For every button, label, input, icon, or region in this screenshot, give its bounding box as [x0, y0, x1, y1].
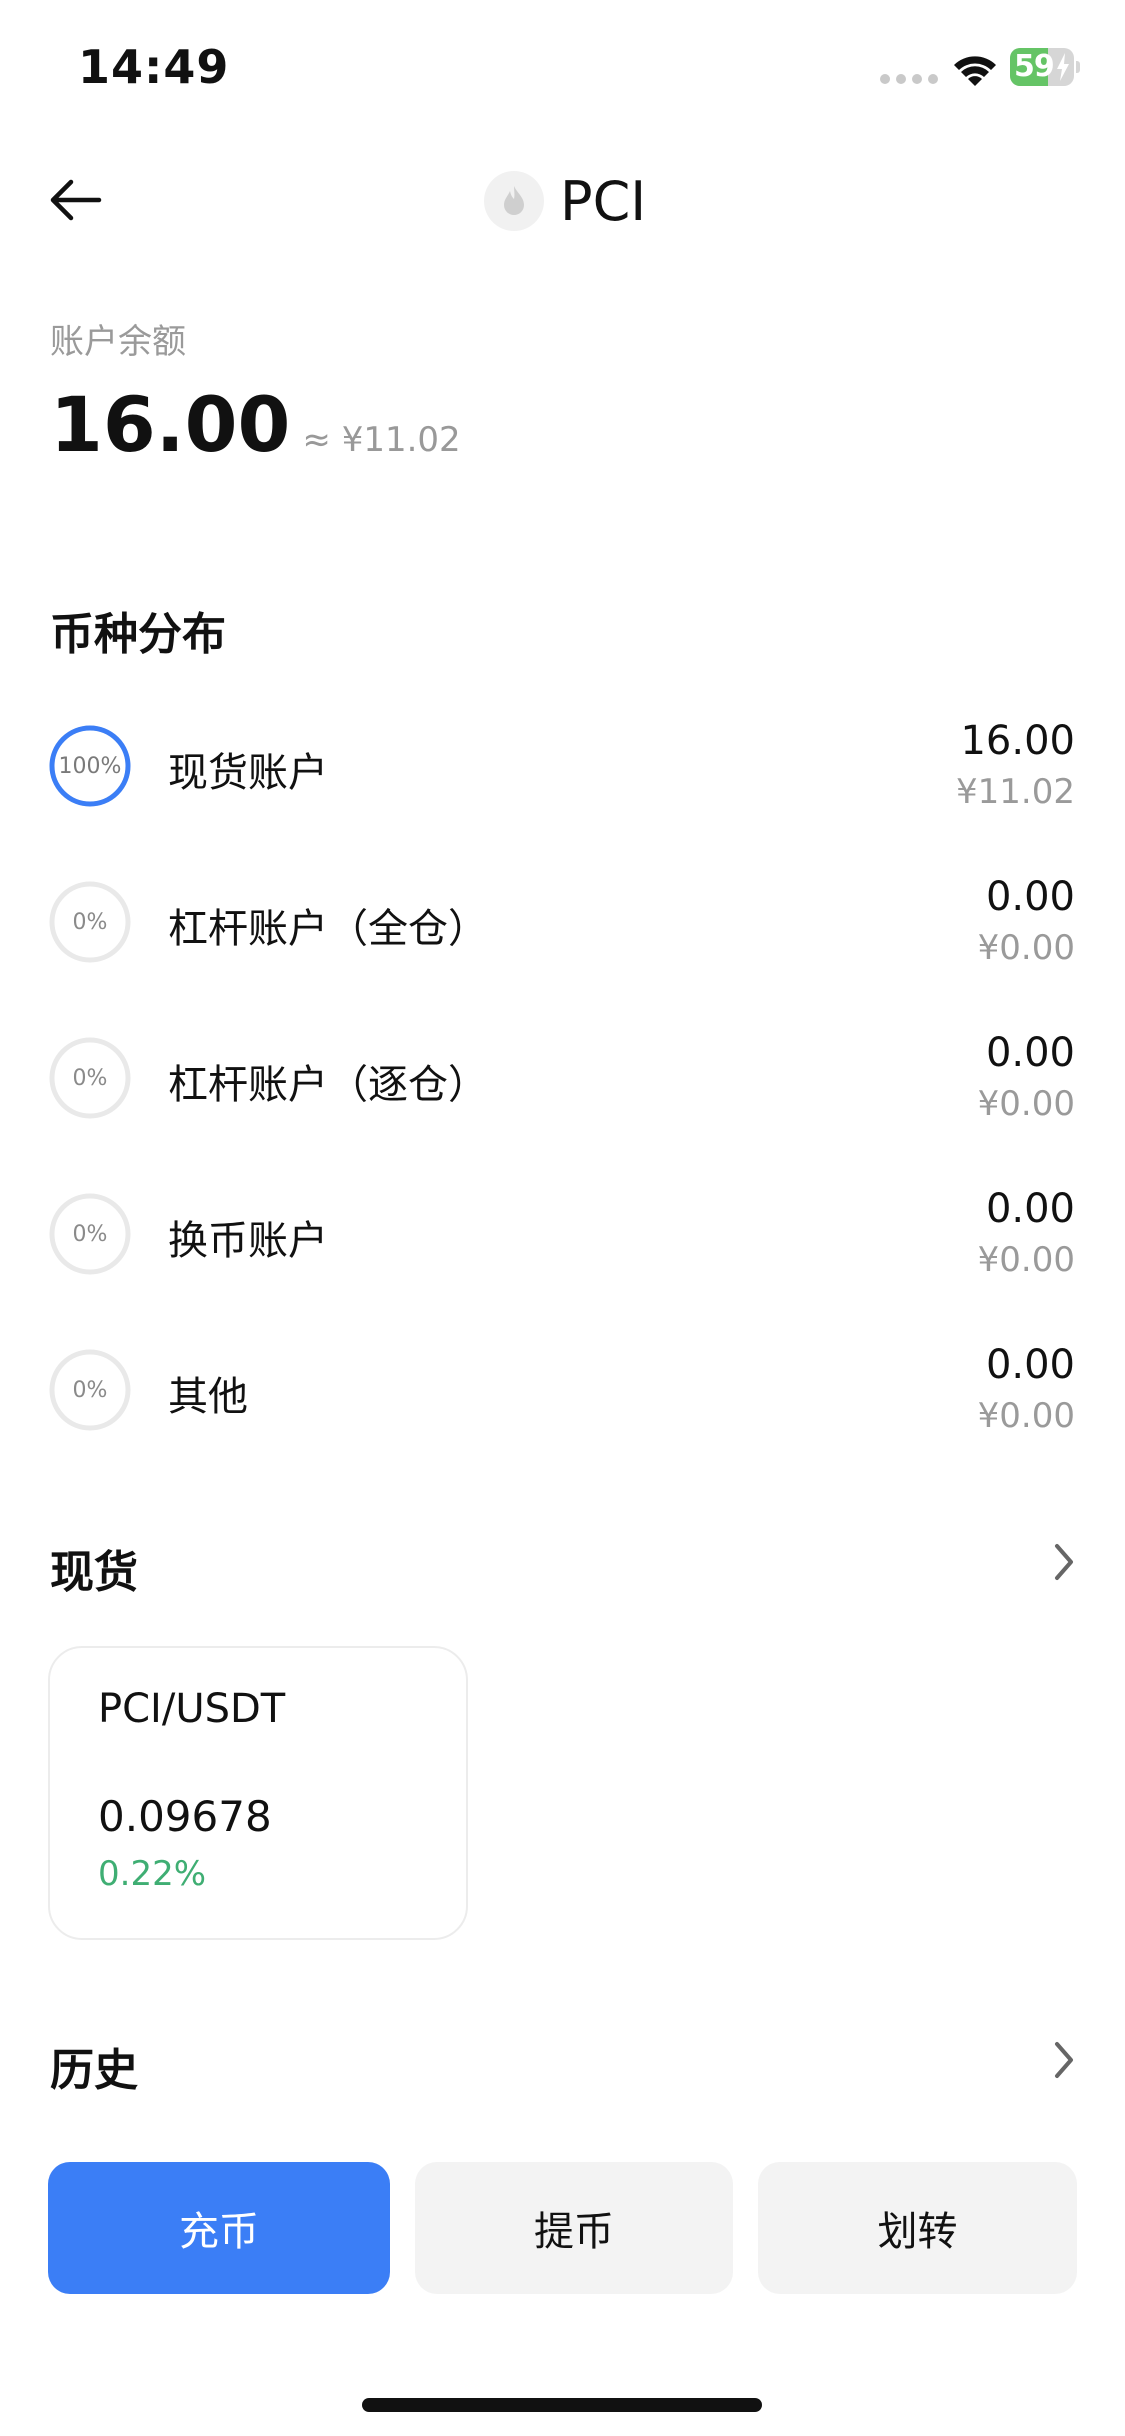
coin-logo-icon	[484, 171, 544, 231]
account-name: 杠杆账户（全仓）	[168, 906, 488, 952]
distribution-row[interactable]: 100% 现货账户 16.00 ¥11.02	[0, 712, 1125, 822]
balance-label: 账户余额	[50, 322, 186, 362]
distribution-title: 币种分布	[50, 609, 226, 660]
percent-label: 0%	[72, 1065, 108, 1091]
chevron-right-icon[interactable]	[1049, 1540, 1079, 1584]
account-name: 现货账户	[168, 750, 328, 796]
pair-name: PCI/USDT	[98, 1686, 286, 1732]
distribution-row[interactable]: 0% 换币账户 0.00 ¥0.00	[0, 1180, 1125, 1290]
account-cny: ¥0.00	[977, 1396, 1075, 1436]
percent-ring: 0%	[48, 1192, 132, 1276]
status-time: 14:49	[78, 40, 230, 94]
signal-dots-icon	[880, 74, 938, 84]
balance-row: 16.00 ≈ ¥11.02	[50, 380, 461, 469]
account-cny: ¥0.00	[977, 1084, 1075, 1124]
back-button[interactable]	[40, 170, 110, 230]
distribution-row[interactable]: 0% 其他 0.00 ¥0.00	[0, 1336, 1125, 1446]
account-amount: 0.00	[985, 874, 1075, 920]
percent-ring: 100%	[48, 724, 132, 808]
spot-pair-card[interactable]: PCI/USDT 0.09678 0.22%	[48, 1646, 468, 1940]
nav-title-group: PCI	[484, 166, 646, 236]
account-cny: ¥0.00	[977, 1240, 1075, 1280]
pair-change: 0.22%	[98, 1854, 207, 1894]
account-cny: ¥0.00	[977, 928, 1075, 968]
percent-ring: 0%	[48, 1348, 132, 1432]
account-amount: 0.00	[985, 1030, 1075, 1076]
transfer-button[interactable]: 划转	[758, 2162, 1077, 2294]
pair-price: 0.09678	[98, 1792, 272, 1841]
account-name: 其他	[168, 1374, 248, 1420]
chevron-right-icon[interactable]	[1049, 2038, 1079, 2082]
percent-ring: 0%	[48, 1036, 132, 1120]
nav-bar: PCI	[0, 150, 1125, 250]
percent-label: 0%	[72, 1377, 108, 1403]
status-bar: 14:49 59	[0, 0, 1125, 130]
percent-label: 0%	[72, 909, 108, 935]
deposit-button[interactable]: 充币	[48, 2162, 390, 2294]
account-name: 杠杆账户（逐仓）	[168, 1062, 488, 1108]
distribution-row[interactable]: 0% 杠杆账户（全仓） 0.00 ¥0.00	[0, 868, 1125, 978]
account-amount: 16.00	[960, 718, 1075, 764]
spot-section-title[interactable]: 现货	[50, 1536, 138, 1600]
withdraw-button[interactable]: 提币	[415, 2162, 733, 2294]
home-indicator[interactable]	[362, 2398, 762, 2412]
percent-label: 0%	[72, 1221, 108, 1247]
battery-level: 59	[1014, 49, 1055, 84]
arrow-left-icon	[50, 179, 102, 221]
account-cny: ¥11.02	[956, 772, 1075, 812]
distribution-row[interactable]: 0% 杠杆账户（逐仓） 0.00 ¥0.00	[0, 1024, 1125, 1134]
account-amount: 0.00	[985, 1342, 1075, 1388]
account-name: 换币账户	[168, 1218, 328, 1264]
percent-label: 100%	[58, 753, 122, 779]
bolt-icon	[1057, 53, 1069, 81]
percent-ring: 0%	[48, 880, 132, 964]
balance-approx: ≈ ¥11.02	[302, 420, 461, 460]
wifi-icon	[950, 50, 1000, 90]
history-section-title[interactable]: 历史	[50, 2034, 138, 2098]
account-amount: 0.00	[985, 1186, 1075, 1232]
page-title: PCI	[560, 169, 647, 233]
balance-value: 16.00	[50, 380, 291, 469]
battery-charging-icon: 59	[1010, 48, 1080, 88]
